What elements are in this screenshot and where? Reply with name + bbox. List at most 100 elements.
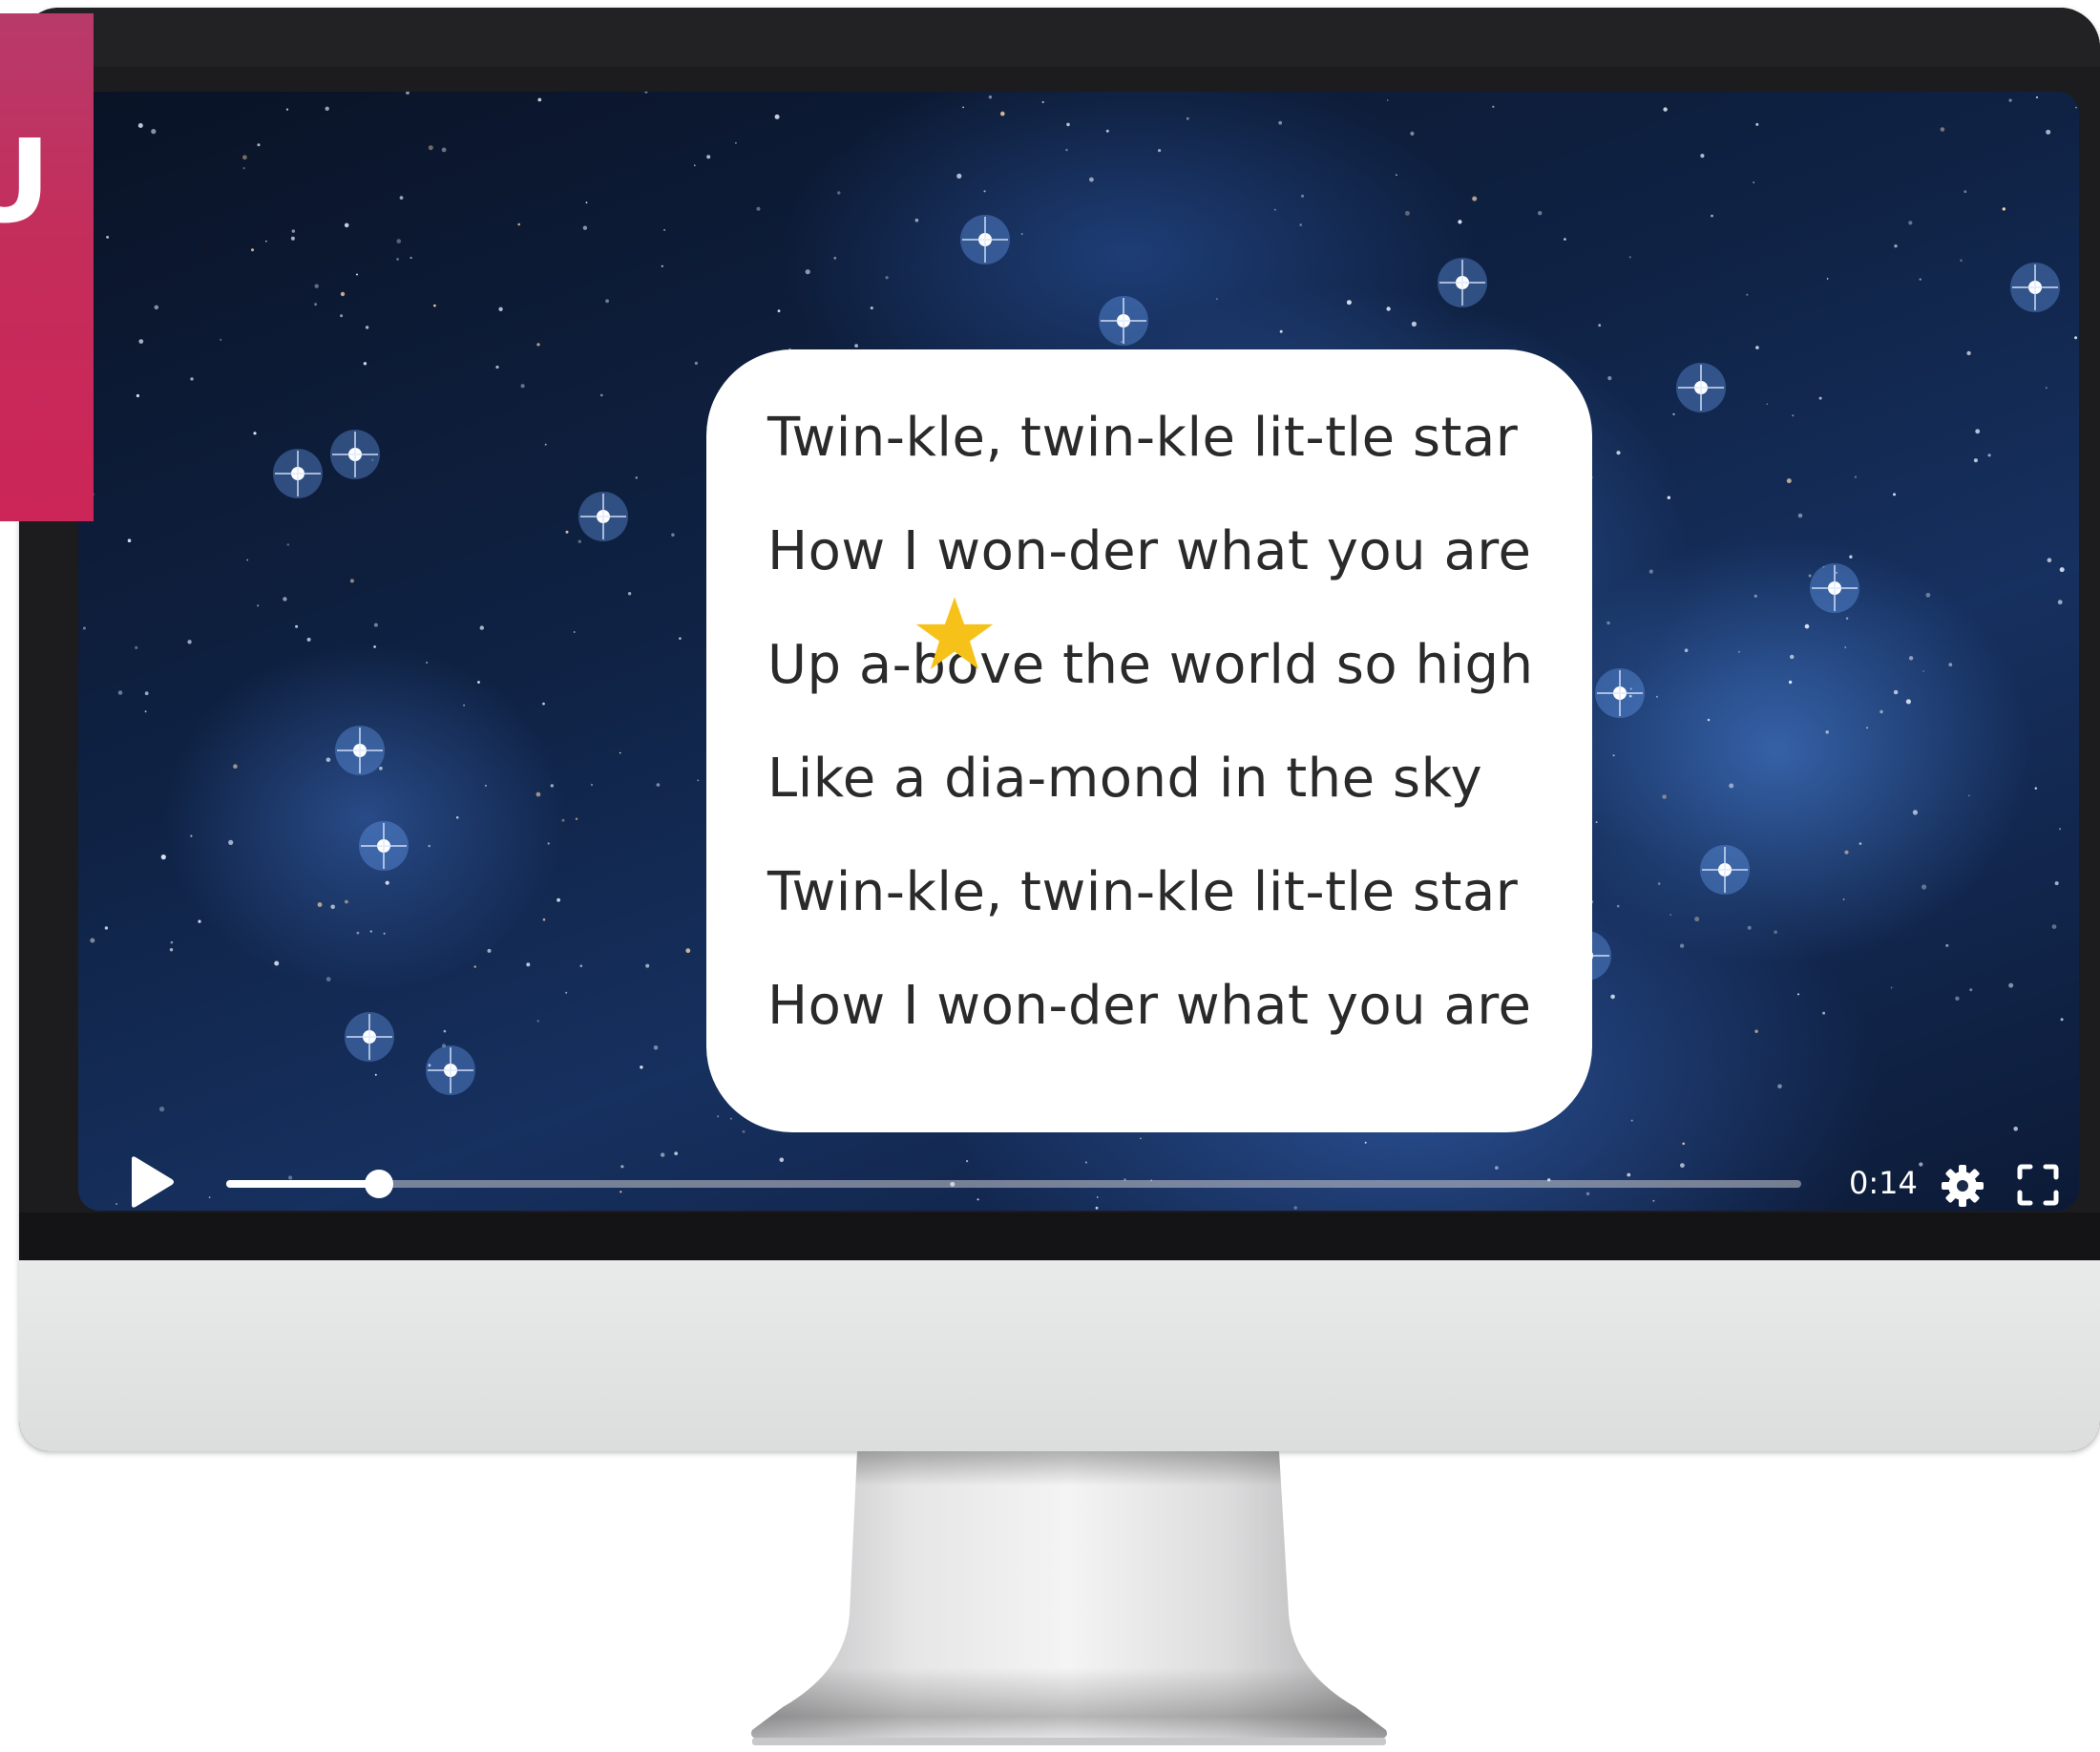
monitor: Twin-kle, twin-kle lit-tle star How I wo… [19, 8, 2100, 1451]
background-star [399, 196, 404, 200]
background-star [1792, 414, 1795, 417]
background-star [1964, 190, 1967, 194]
progress-bar-thumb[interactable] [365, 1170, 394, 1198]
background-star [2057, 600, 2063, 605]
background-star [1595, 821, 1598, 824]
background-star [283, 597, 287, 602]
background-star [1822, 1011, 1826, 1015]
background-star [1826, 278, 1829, 280]
background-star [1908, 656, 1914, 661]
background-star [870, 306, 873, 310]
background-star [257, 143, 261, 147]
play-icon[interactable] [124, 1153, 178, 1211]
background-star [373, 645, 376, 648]
video-player[interactable]: Twin-kle, twin-kle lit-tle star How I wo… [78, 92, 2079, 1211]
background-star [356, 931, 360, 935]
background-star [1804, 623, 1810, 629]
background-star [498, 306, 503, 311]
gear-icon[interactable] [1940, 1163, 1985, 1209]
background-star [694, 361, 699, 366]
background-star [1968, 794, 1970, 797]
background-star [1538, 211, 1543, 216]
fullscreen-icon[interactable] [2016, 1163, 2060, 1207]
background-star [1140, 1137, 1142, 1140]
background-star [1105, 129, 1109, 133]
background-star [729, 1117, 732, 1120]
background-star [314, 303, 317, 306]
background-star [138, 339, 144, 344]
lyric-line: How I won-der what you are [767, 520, 1532, 582]
background-star [1612, 754, 1615, 757]
background-star [561, 818, 565, 822]
background-star [854, 344, 858, 348]
background-star [1657, 882, 1661, 885]
background-star [1215, 298, 1218, 300]
background-star [547, 842, 550, 845]
background-star [1893, 493, 1896, 496]
background-star [233, 764, 238, 769]
background-star [833, 256, 837, 260]
background-star [117, 690, 123, 695]
background-star [154, 305, 159, 310]
background-star [1973, 458, 1978, 463]
lyrics-card: Twin-kle, twin-kle lit-tle star How I wo… [706, 349, 1592, 1132]
background-star [1458, 220, 1462, 224]
background-star [317, 902, 323, 907]
background-star [2002, 207, 2006, 211]
background-star [679, 637, 682, 640]
background-star [151, 129, 157, 135]
background-star [1066, 122, 1070, 127]
background-star [441, 147, 447, 153]
background-star [582, 225, 588, 230]
background-star [585, 201, 588, 204]
background-star [2058, 828, 2062, 831]
background-star [1300, 194, 1305, 198]
background-star [90, 938, 95, 943]
background-star [1655, 695, 1658, 698]
background-star [2034, 787, 2037, 790]
background-star [1754, 1029, 1758, 1033]
background-star [170, 940, 174, 944]
background-star [136, 393, 139, 398]
background-star [542, 702, 545, 706]
background-star [517, 222, 520, 226]
background-star [410, 256, 412, 260]
background-star [2075, 106, 2077, 109]
background-star [1777, 1084, 1782, 1089]
background-star [988, 95, 993, 99]
background-star [1386, 306, 1391, 311]
background-star [135, 645, 138, 650]
background-star [706, 155, 711, 159]
background-star [274, 960, 280, 966]
background-star [340, 314, 344, 318]
background-star [1041, 100, 1044, 104]
background-star [257, 604, 260, 607]
background-star [1922, 670, 1924, 672]
background-star [1818, 396, 1822, 400]
background-star [228, 839, 234, 846]
progress-bar[interactable] [226, 1170, 1801, 1198]
background-star [645, 963, 650, 968]
background-star [379, 766, 383, 770]
background-star [644, 92, 648, 94]
background-star [1628, 256, 1631, 259]
background-star [1786, 478, 1792, 484]
background-star [385, 880, 389, 885]
background-star [693, 164, 696, 167]
monitor-chin [19, 1260, 2100, 1451]
background-star [1912, 810, 1918, 815]
background-star [1945, 943, 1949, 947]
background-star [697, 779, 700, 782]
background-star [2008, 982, 2014, 988]
brand-tab: U [0, 13, 94, 521]
background-star [1670, 914, 1672, 916]
background-star [1707, 718, 1711, 722]
background-star [2013, 1127, 2018, 1131]
background-star [314, 284, 319, 288]
background-star [340, 291, 346, 297]
background-star [1922, 884, 1927, 890]
background-star [160, 855, 166, 860]
background-star [685, 948, 691, 954]
background-star [286, 543, 289, 546]
background-star [190, 834, 193, 837]
